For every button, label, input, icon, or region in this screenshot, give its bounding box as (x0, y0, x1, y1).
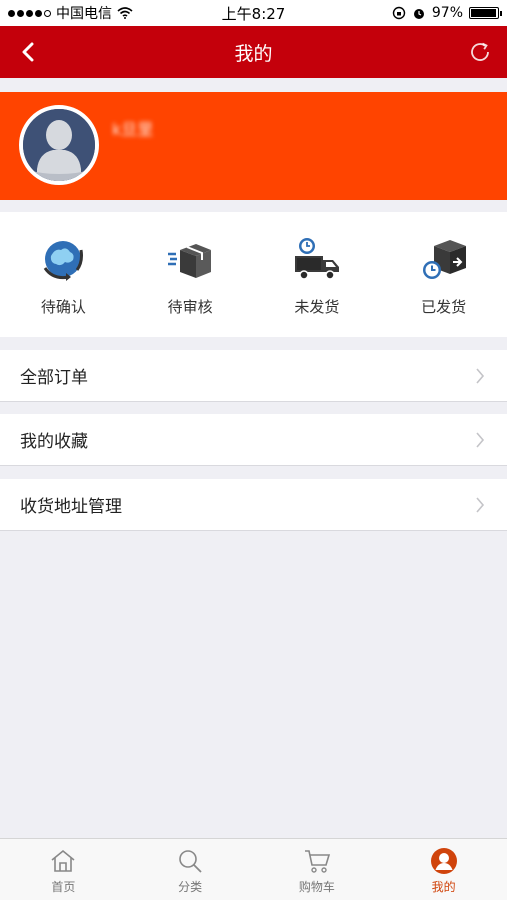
tab-mine[interactable]: 我的 (380, 839, 507, 900)
battery-icon (469, 7, 502, 19)
truck-clock-icon (294, 238, 339, 280)
order-status-label: 待审核 (167, 298, 213, 316)
menu-item-favorites[interactable]: 我的收藏 (0, 414, 507, 466)
tab-cart[interactable]: 购物车 (254, 839, 381, 900)
signal-strength-icon (8, 9, 51, 17)
box-fast-icon (168, 244, 212, 278)
tab-category[interactable]: 分类 (127, 839, 254, 900)
battery-level (471, 9, 497, 17)
carrier-label: 中国电信 (56, 6, 112, 22)
home-icon (51, 849, 75, 872)
status-left: 中国电信 (8, 3, 133, 23)
rotation-lock-icon (392, 6, 406, 20)
avatar[interactable] (19, 105, 99, 185)
refresh-button[interactable] (465, 37, 495, 67)
order-status-label: 待确认 (40, 298, 86, 316)
search-icon (179, 850, 202, 873)
tab-label: 分类 (178, 880, 203, 894)
order-status-shipped[interactable]: 已发货 (380, 212, 507, 337)
menu-item-label: 全部订单 (20, 368, 88, 388)
order-status-label: 未发货 (294, 298, 340, 316)
chevron-right-icon (476, 432, 485, 448)
user-icon (430, 848, 457, 874)
box-shipped-icon (422, 240, 466, 279)
globe-cycle-icon (44, 241, 84, 281)
chevron-right-icon (476, 368, 485, 384)
refresh-icon (471, 42, 489, 61)
order-status-pending-review[interactable]: 待审核 (127, 212, 254, 337)
tab-bar: 首页 分类 购物车 我的 (0, 838, 507, 900)
tab-label: 首页 (51, 880, 76, 894)
chevron-right-icon (476, 497, 485, 513)
menu-item-address-management[interactable]: 收货地址管理 (0, 479, 507, 531)
order-status-not-shipped[interactable]: 未发货 (254, 212, 381, 337)
status-right: 97% (392, 5, 502, 21)
cart-icon (304, 850, 330, 873)
chevron-left-icon (22, 42, 34, 62)
navigation-bar: 我的 (0, 26, 507, 78)
order-status-label: 已发货 (421, 298, 467, 316)
user-silhouette-icon (23, 109, 95, 181)
battery-percent: 97% (431, 5, 463, 21)
menu-item-label: 收货地址管理 (20, 497, 122, 517)
tab-home[interactable]: 首页 (0, 839, 127, 900)
page-title: 我的 (234, 42, 273, 65)
alarm-icon (413, 9, 424, 19)
username: k旦里 (112, 120, 154, 139)
page: 中国电信 上午8:27 97% 我的 k旦里 待确认 待审核 未发货 已发货 全… (0, 0, 507, 900)
wifi-icon (117, 7, 133, 19)
order-status-pending-confirm[interactable]: 待确认 (0, 212, 127, 337)
profile-header: k旦里 (0, 92, 507, 200)
back-button[interactable] (14, 38, 42, 66)
tab-label: 购物车 (298, 880, 335, 894)
status-bar: 中国电信 上午8:27 97% (0, 0, 507, 26)
menu-item-label: 我的收藏 (20, 432, 88, 452)
order-status-panel: 待确认 待审核 未发货 已发货 (0, 212, 507, 337)
menu-item-all-orders[interactable]: 全部订单 (0, 350, 507, 402)
tab-label: 我的 (431, 880, 456, 894)
